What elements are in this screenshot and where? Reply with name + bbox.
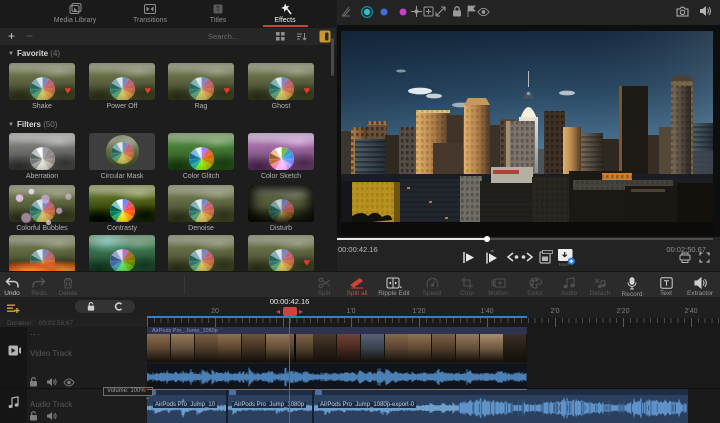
svg-text:T: T (216, 7, 221, 14)
svg-text:Export: Export (559, 262, 569, 266)
svg-text:⇉: ⇉ (490, 248, 494, 253)
